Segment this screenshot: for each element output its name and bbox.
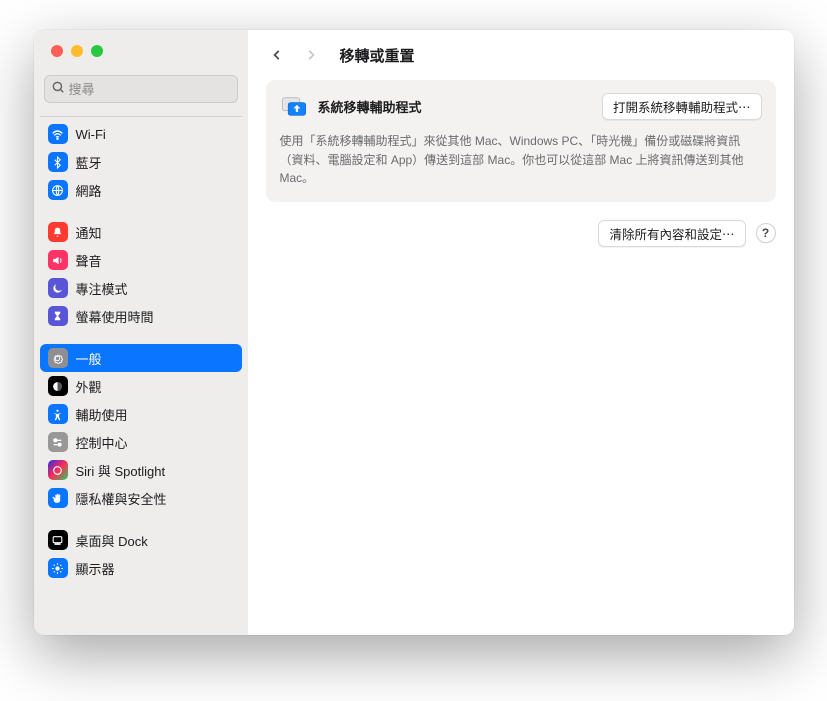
sidebar-item-control-center[interactable]: 控制中心 [40, 428, 242, 456]
maximize-window-button[interactable] [91, 45, 103, 57]
search-icon [51, 80, 65, 99]
forward-button[interactable] [300, 44, 322, 66]
content: 系統移轉輔助程式 打開系統移轉輔助程式⋯ 使用「系統移轉輔助程式」來從其他 Ma… [248, 80, 794, 265]
sidebar-item-label: 聲音 [76, 251, 102, 270]
sidebar-item-label: Siri 與 Spotlight [76, 461, 166, 480]
card-title: 系統移轉輔助程式 [318, 97, 592, 116]
sidebar-item-wifi[interactable]: Wi-Fi [40, 120, 242, 148]
sidebar-item-label: 輔助使用 [76, 405, 128, 424]
action-row: 清除所有內容和設定⋯ ? [266, 220, 776, 247]
siri-icon [48, 460, 68, 480]
switches-icon [48, 432, 68, 452]
display-icon [48, 558, 68, 578]
sidebar-item-label: 藍牙 [76, 153, 102, 172]
sidebar-item-siri[interactable]: Siri 與 Spotlight [40, 456, 242, 484]
sidebar-item-label: 網路 [76, 181, 102, 200]
sidebar-item-bluetooth[interactable]: 藍牙 [40, 148, 242, 176]
page-title: 移轉或重置 [340, 45, 415, 66]
sidebar-group-desktop: 桌面與 Dock 顯示器 [40, 526, 242, 582]
sidebar-scroll[interactable]: Wi-Fi 藍牙 網路 [34, 111, 248, 635]
erase-all-button[interactable]: 清除所有內容和設定⋯ [598, 220, 745, 247]
sidebar-item-sound[interactable]: 聲音 [40, 246, 242, 274]
sidebar-group-general: 一般 外觀 輔助使用 [40, 344, 242, 512]
sidebar-item-label: 顯示器 [76, 559, 115, 578]
sidebar-item-accessibility[interactable]: 輔助使用 [40, 400, 242, 428]
sidebar-item-label: 桌面與 Dock [76, 531, 148, 550]
accessibility-icon [48, 404, 68, 424]
settings-window: Wi-Fi 藍牙 網路 [34, 30, 794, 635]
sound-icon [48, 250, 68, 270]
sidebar-item-label: 外觀 [76, 377, 102, 396]
close-window-button[interactable] [51, 45, 63, 57]
search-field[interactable] [44, 75, 238, 103]
sidebar-item-label: 一般 [76, 349, 102, 368]
main-panel: 移轉或重置 系統移轉輔助程式 打開系統移轉輔助程式⋯ 使 [248, 30, 794, 635]
wifi-icon [48, 124, 68, 144]
sidebar-item-label: 螢幕使用時間 [76, 307, 154, 326]
card-description: 使用「系統移轉輔助程式」來從其他 Mac、Windows PC、「時光機」備份或… [280, 132, 762, 188]
sidebar-group-alerts: 通知 聲音 專注模式 [40, 218, 242, 330]
sidebar-item-focus[interactable]: 專注模式 [40, 274, 242, 302]
sidebar-item-displays[interactable]: 顯示器 [40, 554, 242, 582]
migration-card: 系統移轉輔助程式 打開系統移轉輔助程式⋯ 使用「系統移轉輔助程式」來從其他 Ma… [266, 80, 776, 202]
toolbar: 移轉或重置 [248, 30, 794, 80]
bell-icon [48, 222, 68, 242]
hourglass-icon [48, 306, 68, 326]
minimize-window-button[interactable] [71, 45, 83, 57]
sidebar-item-label: 控制中心 [76, 433, 128, 452]
card-header: 系統移轉輔助程式 打開系統移轉輔助程式⋯ [280, 92, 762, 120]
sidebar-item-network[interactable]: 網路 [40, 176, 242, 204]
hand-icon [48, 488, 68, 508]
open-migration-assistant-button[interactable]: 打開系統移轉輔助程式⋯ [602, 93, 762, 120]
search-container [34, 75, 248, 111]
sidebar-item-appearance[interactable]: 外觀 [40, 372, 242, 400]
sidebar-item-general[interactable]: 一般 [40, 344, 242, 372]
sidebar-item-privacy[interactable]: 隱私權與安全性 [40, 484, 242, 512]
sidebar-group-network: Wi-Fi 藍牙 網路 [40, 120, 242, 204]
sidebar-item-label: Wi-Fi [76, 127, 106, 142]
sidebar-item-label: 隱私權與安全性 [76, 489, 167, 508]
appearance-icon [48, 376, 68, 396]
sidebar: Wi-Fi 藍牙 網路 [34, 30, 248, 635]
migration-assistant-icon [280, 92, 308, 120]
gear-icon [48, 348, 68, 368]
sidebar-item-screentime[interactable]: 螢幕使用時間 [40, 302, 242, 330]
divider [40, 116, 242, 117]
search-input[interactable] [69, 82, 231, 97]
sidebar-item-notifications[interactable]: 通知 [40, 218, 242, 246]
moon-icon [48, 278, 68, 298]
sidebar-item-label: 專注模式 [76, 279, 128, 298]
dock-icon [48, 530, 68, 550]
help-button[interactable]: ? [756, 223, 776, 243]
traffic-lights [34, 30, 248, 75]
bluetooth-icon [48, 152, 68, 172]
back-button[interactable] [266, 44, 288, 66]
globe-icon [48, 180, 68, 200]
sidebar-item-label: 通知 [76, 223, 102, 242]
sidebar-item-dock[interactable]: 桌面與 Dock [40, 526, 242, 554]
